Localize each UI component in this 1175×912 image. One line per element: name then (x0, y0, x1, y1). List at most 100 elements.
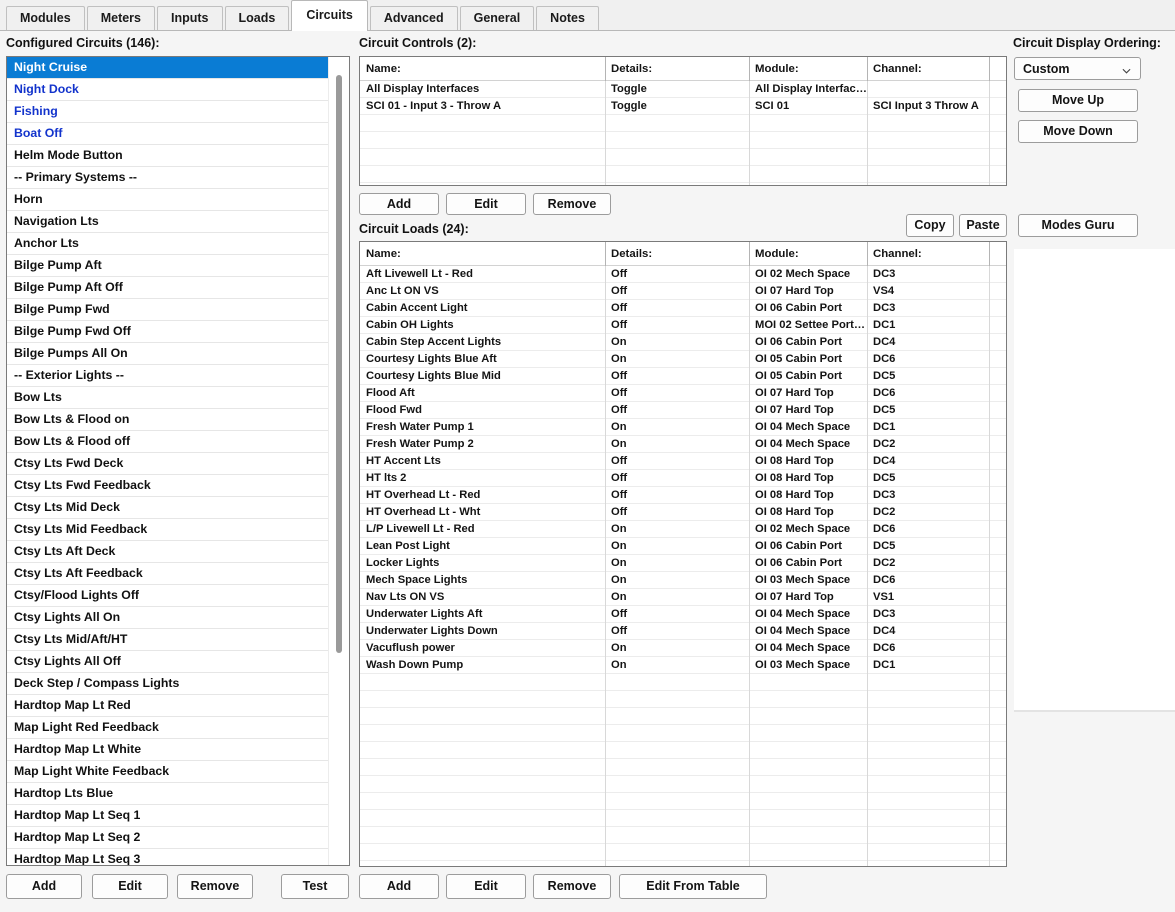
table-empty-row[interactable] (360, 115, 1006, 132)
circuit-list-item[interactable]: Bow Lts (7, 387, 328, 409)
table-row[interactable]: Mech Space LightsOnOI 03 Mech SpaceDC6 (360, 572, 1006, 589)
circuit-list-item[interactable]: Map Light White Feedback (7, 761, 328, 783)
controls-edit-button[interactable]: Edit (446, 193, 526, 215)
move-up-button[interactable]: Move Up (1018, 89, 1138, 112)
circuit-list-item[interactable]: Hardtop Lts Blue (7, 783, 328, 805)
circuit-list-item[interactable]: Bilge Pumps All On (7, 343, 328, 365)
loads-edit-button[interactable]: Edit (446, 874, 526, 899)
table-row[interactable]: Lean Post LightOnOI 06 Cabin PortDC5 (360, 538, 1006, 555)
circuit-list-item[interactable]: Ctsy Lts Mid Deck (7, 497, 328, 519)
circuit-list-item[interactable]: Hardtop Map Lt Seq 3 (7, 849, 328, 865)
table-row[interactable]: Courtesy Lights Blue MidOffOI 05 Cabin P… (360, 368, 1006, 385)
table-row[interactable]: Flood AftOffOI 07 Hard TopDC6 (360, 385, 1006, 402)
tab-general[interactable]: General (460, 6, 535, 30)
table-empty-row[interactable] (360, 132, 1006, 149)
circuit-list-item[interactable]: Navigation Lts (7, 211, 328, 233)
ordering-mode-select[interactable]: Custom (1014, 57, 1141, 80)
circuit-controls-table[interactable]: Name:Details:Module:Channel:All Display … (359, 56, 1007, 186)
circuit-list-item[interactable]: Ctsy Lts Aft Deck (7, 541, 328, 563)
move-down-button[interactable]: Move Down (1018, 120, 1138, 143)
circuit-list-item[interactable]: Ctsy Lts Mid/Aft/HT (7, 629, 328, 651)
column-header[interactable]: Details: (605, 242, 749, 265)
table-empty-row[interactable] (360, 708, 1006, 725)
table-row[interactable]: Cabin Accent LightOffOI 06 Cabin PortDC3 (360, 300, 1006, 317)
table-row[interactable]: Underwater Lights AftOffOI 04 Mech Space… (360, 606, 1006, 623)
circuit-list-item[interactable]: Bow Lts & Flood off (7, 431, 328, 453)
loads-add-button[interactable]: Add (359, 874, 439, 899)
edit-from-table-button[interactable]: Edit From Table (619, 874, 767, 899)
table-row[interactable]: Cabin OH LightsOffMOI 02 Settee Port F..… (360, 317, 1006, 334)
table-row[interactable]: HT Accent LtsOffOI 08 Hard TopDC4 (360, 453, 1006, 470)
circuit-list-item[interactable]: Hardtop Map Lt Seq 2 (7, 827, 328, 849)
circuit-list-item[interactable]: Map Light Red Feedback (7, 717, 328, 739)
column-header[interactable] (989, 57, 1007, 80)
table-empty-row[interactable] (360, 674, 1006, 691)
table-row[interactable]: HT lts 2OffOI 08 Hard TopDC5 (360, 470, 1006, 487)
circuit-list-item[interactable]: Anchor Lts (7, 233, 328, 255)
table-empty-row[interactable] (360, 827, 1006, 844)
table-empty-row[interactable] (360, 793, 1006, 810)
circuits-test-button[interactable]: Test (281, 874, 349, 899)
table-empty-row[interactable] (360, 759, 1006, 776)
table-empty-row[interactable] (360, 776, 1006, 793)
circuits-add-button[interactable]: Add (6, 874, 82, 899)
tab-advanced[interactable]: Advanced (370, 6, 458, 30)
table-row[interactable]: Courtesy Lights Blue AftOnOI 05 Cabin Po… (360, 351, 1006, 368)
table-row[interactable]: Fresh Water Pump 1OnOI 04 Mech SpaceDC1 (360, 419, 1006, 436)
circuit-list-item[interactable]: Night Cruise (7, 57, 328, 79)
circuit-list-item[interactable]: Bilge Pump Fwd (7, 299, 328, 321)
column-header[interactable]: Name: (360, 57, 605, 80)
tab-notes[interactable]: Notes (536, 6, 599, 30)
controls-remove-button[interactable]: Remove (533, 193, 611, 215)
circuit-list-item[interactable]: Deck Step / Compass Lights (7, 673, 328, 695)
column-header[interactable]: Details: (605, 57, 749, 80)
table-row[interactable]: Vacuflush powerOnOI 04 Mech SpaceDC6 (360, 640, 1006, 657)
table-row[interactable]: Aft Livewell Lt - RedOffOI 02 Mech Space… (360, 266, 1006, 283)
table-row[interactable]: Nav Lts ON VSOnOI 07 Hard TopVS1 (360, 589, 1006, 606)
table-row[interactable]: Fresh Water Pump 2OnOI 04 Mech SpaceDC2 (360, 436, 1006, 453)
table-empty-row[interactable] (360, 691, 1006, 708)
column-header[interactable]: Module: (749, 57, 867, 80)
circuit-list-item[interactable]: Bilge Pump Fwd Off (7, 321, 328, 343)
column-header[interactable]: Channel: (867, 57, 989, 80)
circuit-list-item[interactable]: Ctsy Lts Aft Feedback (7, 563, 328, 585)
configured-circuits-listbox[interactable]: Night CruiseNight DockFishingBoat OffHel… (6, 56, 350, 866)
table-row[interactable]: Anc Lt ON VSOffOI 07 Hard TopVS4 (360, 283, 1006, 300)
circuit-list-item[interactable]: Helm Mode Button (7, 145, 328, 167)
column-header[interactable]: Module: (749, 242, 867, 265)
circuit-list-item[interactable]: Bow Lts & Flood on (7, 409, 328, 431)
table-empty-row[interactable] (360, 742, 1006, 759)
table-empty-row[interactable] (360, 166, 1006, 183)
circuits-edit-button[interactable]: Edit (92, 874, 168, 899)
table-row[interactable]: SCI 01 - Input 3 - Throw AToggleSCI 01SC… (360, 98, 1006, 115)
circuit-list-item[interactable]: Ctsy Lts Mid Feedback (7, 519, 328, 541)
table-row[interactable]: Flood FwdOffOI 07 Hard TopDC5 (360, 402, 1006, 419)
table-empty-row[interactable] (360, 725, 1006, 742)
copy-button[interactable]: Copy (906, 214, 954, 237)
configured-circuits-scrollbar[interactable] (328, 57, 349, 865)
column-header[interactable] (989, 242, 1007, 265)
table-empty-row[interactable] (360, 183, 1006, 186)
tab-loads[interactable]: Loads (225, 6, 290, 30)
column-header[interactable]: Name: (360, 242, 605, 265)
circuit-list-item[interactable]: Bilge Pump Aft (7, 255, 328, 277)
table-empty-row[interactable] (360, 149, 1006, 166)
scrollbar-thumb[interactable] (336, 75, 342, 653)
configured-circuits-items[interactable]: Night CruiseNight DockFishingBoat OffHel… (7, 57, 328, 865)
circuit-list-item[interactable]: Ctsy Lights All Off (7, 651, 328, 673)
circuit-list-item[interactable]: Hardtop Map Lt White (7, 739, 328, 761)
circuit-loads-table[interactable]: Name:Details:Module:Channel:Aft Livewell… (359, 241, 1007, 867)
table-row[interactable]: HT Overhead Lt - RedOffOI 08 Hard TopDC3 (360, 487, 1006, 504)
circuit-list-item[interactable]: Ctsy Lts Fwd Deck (7, 453, 328, 475)
table-row[interactable]: Locker LightsOnOI 06 Cabin PortDC2 (360, 555, 1006, 572)
table-row[interactable]: Underwater Lights DownOffOI 04 Mech Spac… (360, 623, 1006, 640)
tab-inputs[interactable]: Inputs (157, 6, 223, 30)
circuit-list-item[interactable]: -- Exterior Lights -- (7, 365, 328, 387)
table-empty-row[interactable] (360, 844, 1006, 861)
table-row[interactable]: All Display InterfacesToggleAll Display … (360, 81, 1006, 98)
circuits-remove-button[interactable]: Remove (177, 874, 253, 899)
table-row[interactable]: L/P Livewell Lt - RedOnOI 02 Mech SpaceD… (360, 521, 1006, 538)
circuit-list-item[interactable]: Hardtop Map Lt Seq 1 (7, 805, 328, 827)
circuit-list-item[interactable]: Fishing (7, 101, 328, 123)
table-row[interactable]: Wash Down PumpOnOI 03 Mech SpaceDC1 (360, 657, 1006, 674)
